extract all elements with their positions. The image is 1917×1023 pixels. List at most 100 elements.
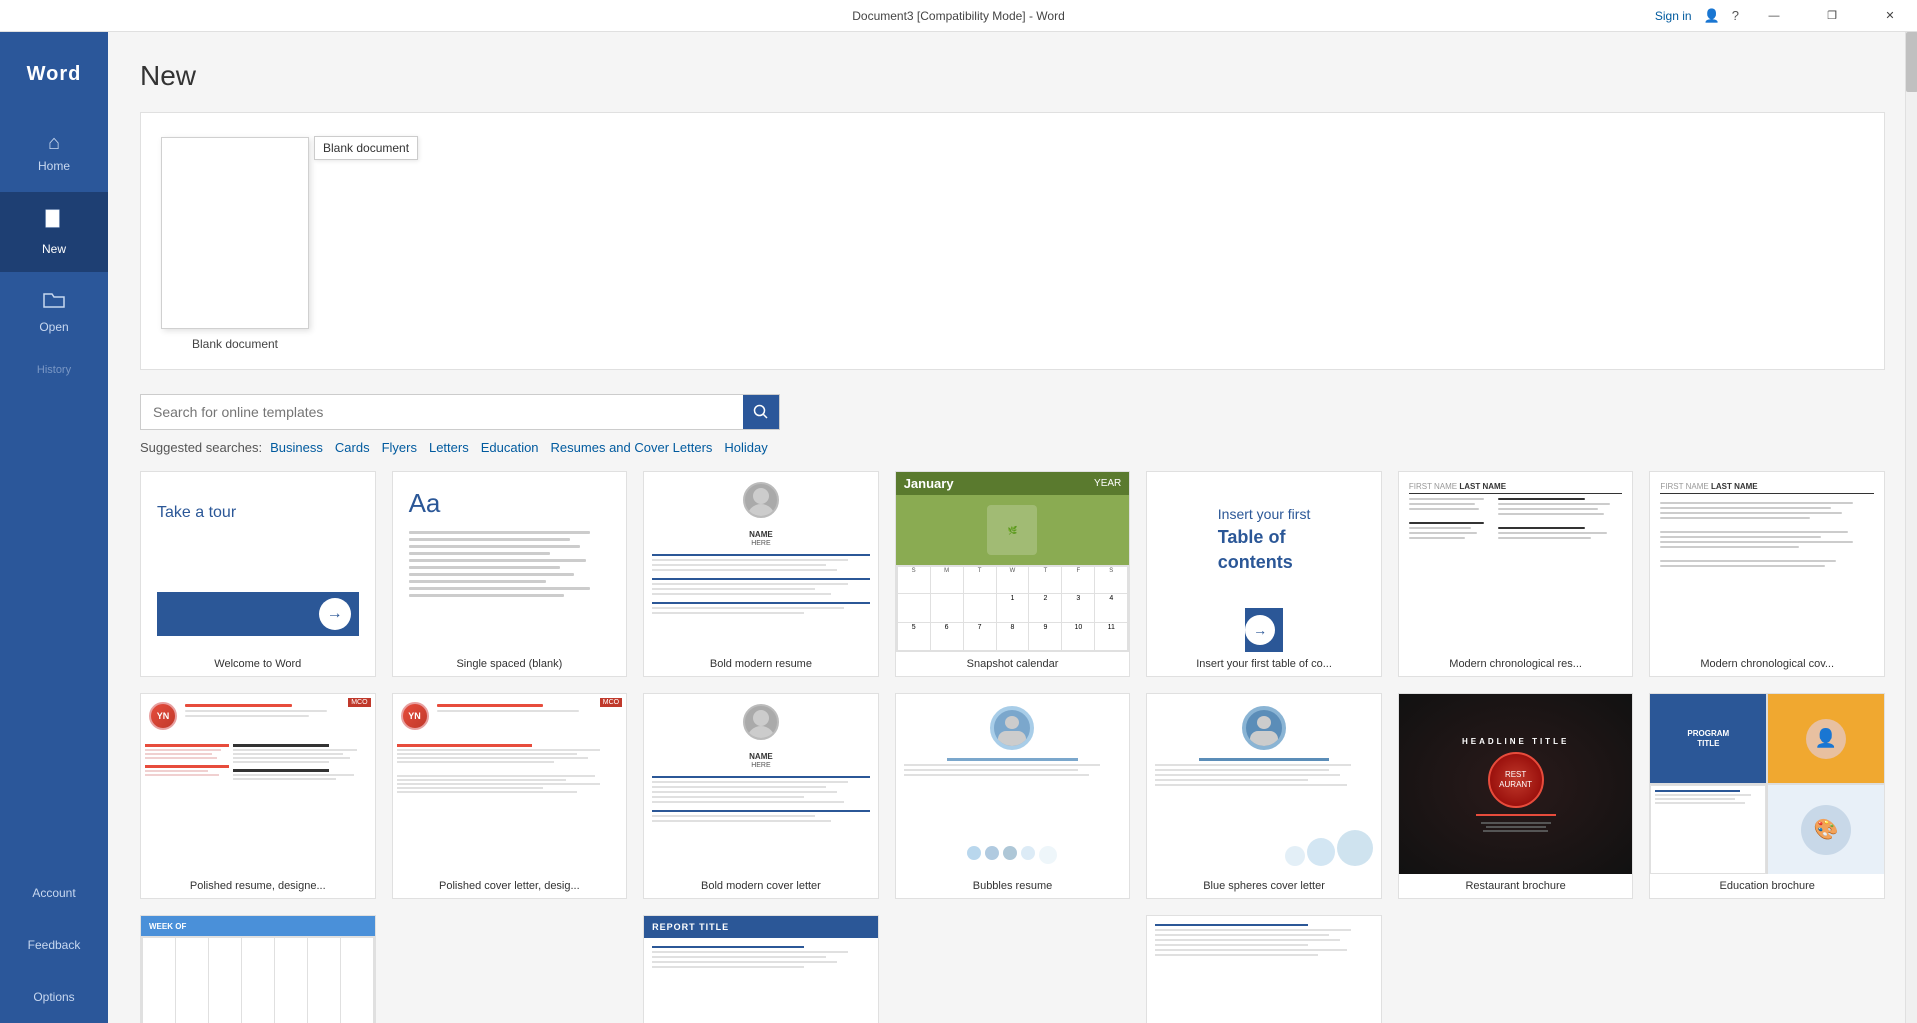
- search-input[interactable]: [141, 404, 743, 420]
- suggested-tag-cards[interactable]: Cards: [335, 440, 370, 455]
- bubbles-resume-template-name: Bubbles resume: [896, 874, 1130, 898]
- template-card-mod-chron-res[interactable]: FIRST NAME LAST NAME: [1398, 471, 1634, 677]
- template-card-blue-spheres[interactable]: Blue spheres cover letter: [1146, 693, 1382, 899]
- sidebar-item-feedback[interactable]: Feedback: [0, 919, 108, 971]
- blank-doc-tooltip: Blank document: [314, 136, 418, 160]
- feedback-label: Feedback: [28, 938, 81, 952]
- report-preview: REPORT TITLE: [644, 916, 878, 1023]
- template-card-toc[interactable]: Insert your firstTable ofcontents → Inse…: [1146, 471, 1382, 677]
- review-icon[interactable]: 👤: [1704, 8, 1720, 24]
- titlebar: Document3 [Compatibility Mode] - Word Si…: [0, 0, 1917, 32]
- polished-cover-preview: MCO YN: [393, 694, 627, 874]
- blue-spheres-preview: [1147, 694, 1381, 874]
- history-label: History: [37, 364, 71, 376]
- grid-spacer-2: [895, 915, 1131, 1023]
- mod-chron-res-preview: FIRST NAME LAST NAME: [1399, 472, 1633, 652]
- bold-resume-template-name: Bold modern resume: [644, 652, 878, 676]
- template-card-week-agenda[interactable]: WEEK OF Weekly agenda: [140, 915, 376, 1023]
- suggested-tag-resumes[interactable]: Resumes and Cover Letters: [551, 440, 713, 455]
- edu-brochure-preview: PROGRAMTITLE 👤 🎨: [1650, 694, 1884, 874]
- home-icon: ⌂: [48, 132, 60, 155]
- tour-template-name: Welcome to Word: [141, 652, 375, 676]
- suggested-tag-flyers[interactable]: Flyers: [382, 440, 417, 455]
- tour-preview: Take a tour →: [141, 472, 375, 652]
- bold-resume-preview-container: NAME HERE: [644, 472, 878, 652]
- template-card-restaurant-brochure[interactable]: HEADLINE TITLE RESTAURANT Restaurant bro…: [1398, 693, 1634, 899]
- sidebar-item-home[interactable]: ⌂ Home: [0, 112, 108, 192]
- mod-chron-cov-template-name: Modern chronological cov...: [1650, 652, 1884, 676]
- snapshot-cal-template-name: Snapshot calendar: [896, 652, 1130, 676]
- template-grid-row3: WEEK OF Weekly agenda: [140, 915, 1885, 1023]
- blank-doc-label: Blank document: [161, 337, 309, 351]
- restaurant-brochure-template-name: Restaurant brochure: [1399, 874, 1633, 898]
- edu-brochure-template-name: Education brochure: [1650, 874, 1884, 898]
- sign-in-button[interactable]: Sign in: [1655, 9, 1692, 23]
- template-card-snapshot-cal[interactable]: January YEAR 🌿 S M T W T F S: [895, 471, 1131, 677]
- bold-cover-template-name: Bold modern cover letter: [644, 874, 878, 898]
- toc-preview: Insert your firstTable ofcontents →: [1147, 472, 1381, 652]
- options-label: Options: [33, 990, 74, 1004]
- sidebar-item-options[interactable]: Options: [0, 971, 108, 1023]
- page-title: New: [140, 60, 1885, 92]
- titlebar-right: Sign in 👤 ? — ❐ ✕: [1655, 0, 1917, 32]
- suggested-tag-letters[interactable]: Letters: [429, 440, 469, 455]
- new-doc-icon: [42, 208, 66, 238]
- polished-cover-template-name: Polished cover letter, desig...: [393, 874, 627, 898]
- sidebar-item-open-label: Open: [39, 320, 68, 334]
- sidebar-item-account[interactable]: Account: [0, 867, 108, 919]
- sidebar-item-new[interactable]: New: [0, 192, 108, 272]
- template-card-edu-brochure[interactable]: PROGRAMTITLE 👤 🎨: [1649, 693, 1885, 899]
- restore-button[interactable]: ❐: [1809, 0, 1855, 32]
- suggested-searches: Suggested searches: Business Cards Flyer…: [140, 440, 1885, 455]
- bubbles-resume-preview: [896, 694, 1130, 874]
- template-card-single-spaced[interactable]: Aa Single spaced (blank): [392, 471, 628, 677]
- open-folder-icon: [42, 290, 66, 316]
- search-section: Suggested searches: Business Cards Flyer…: [140, 394, 1885, 455]
- template-card-polished-cover[interactable]: MCO YN: [392, 693, 628, 899]
- toc-template-name: Insert your first table of co...: [1147, 652, 1381, 676]
- titlebar-title: Document3 [Compatibility Mode] - Word: [852, 9, 1065, 23]
- single-spaced-preview: Aa: [393, 472, 627, 652]
- template-card-extra1[interactable]: Resume template: [1146, 915, 1382, 1023]
- single-spaced-template-name: Single spaced (blank): [393, 652, 627, 676]
- search-button[interactable]: [743, 394, 779, 430]
- grid-spacer-1: [392, 915, 628, 1023]
- template-card-bubbles-resume[interactable]: Bubbles resume: [895, 693, 1131, 899]
- blue-spheres-template-name: Blue spheres cover letter: [1147, 874, 1381, 898]
- template-card-mod-chron-cov[interactable]: FIRST NAME LAST NAME Modern: [1649, 471, 1885, 677]
- template-card-tour[interactable]: Take a tour → Welcome to Word: [140, 471, 376, 677]
- mod-chron-cov-preview: FIRST NAME LAST NAME: [1650, 472, 1884, 652]
- template-card-bold-cover[interactable]: NAME HERE Bold modern cover letter: [643, 693, 879, 899]
- blank-doc-section: Blank document Blank document: [140, 112, 1885, 370]
- polished-resume-preview: MCO YN: [141, 694, 375, 874]
- blank-document-card[interactable]: Blank document Blank document: [161, 137, 309, 351]
- suggested-tag-holiday[interactable]: Holiday: [724, 440, 767, 455]
- sidebar-item-new-label: New: [42, 242, 66, 256]
- close-button[interactable]: ✕: [1867, 0, 1913, 32]
- scrollbar[interactable]: [1905, 32, 1917, 1023]
- template-card-report[interactable]: REPORT TITLE Report: [643, 915, 879, 1023]
- scrollbar-thumb[interactable]: [1906, 32, 1917, 92]
- suggested-tag-education[interactable]: Education: [481, 440, 539, 455]
- extra1-preview: [1147, 916, 1381, 1023]
- blank-doc-preview: Blank document: [161, 137, 309, 329]
- sidebar-bottom: Account Feedback Options: [0, 867, 108, 1023]
- bold-cover-preview: NAME HERE: [644, 694, 878, 874]
- minimize-button[interactable]: —: [1751, 0, 1797, 32]
- template-card-bold-resume[interactable]: NAME HERE: [643, 471, 879, 677]
- suggested-label: Suggested searches:: [140, 440, 262, 455]
- suggested-tag-business[interactable]: Business: [270, 440, 323, 455]
- main-content: New Blank document Blank document Sugges…: [108, 32, 1917, 1023]
- account-label: Account: [32, 886, 75, 900]
- template-grid: Take a tour → Welcome to Word Aa: [140, 471, 1885, 677]
- template-card-polished-resume[interactable]: MCO YN: [140, 693, 376, 899]
- restaurant-brochure-preview: HEADLINE TITLE RESTAURANT: [1399, 694, 1633, 874]
- sidebar-item-home-label: Home: [38, 159, 70, 173]
- sidebar-item-open[interactable]: Open: [0, 272, 108, 352]
- app-logo: Word: [0, 32, 108, 112]
- polished-resume-template-name: Polished resume, designe...: [141, 874, 375, 898]
- help-icon[interactable]: ?: [1732, 8, 1739, 23]
- sidebar: Word ⌂ Home New Open History Account Fee…: [0, 32, 108, 1023]
- mod-chron-res-template-name: Modern chronological res...: [1399, 652, 1633, 676]
- snapshot-cal-preview: January YEAR 🌿 S M T W T F S: [896, 472, 1130, 652]
